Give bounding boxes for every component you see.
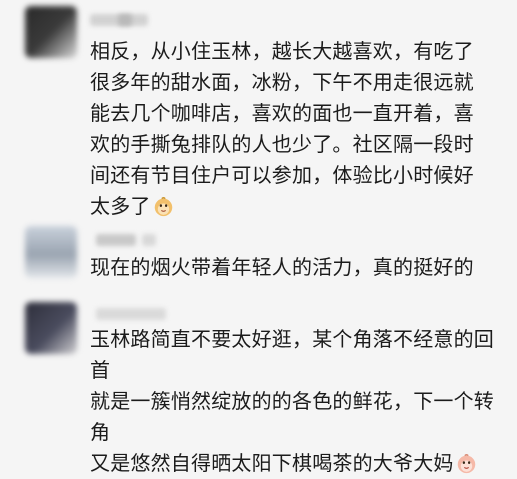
comment-text: 现在的烟火带着年轻人的活力，真的挺好的 (90, 255, 474, 279)
monkey-face-emoji (457, 454, 475, 474)
username-blurred[interactable] (96, 234, 136, 246)
comment-text: 玉林路简直不要太好逛，某个角落不经意的回首 就是一簇悄然绽放的的各色的鲜花，下一… (90, 327, 494, 475)
monkey-face-emoji (154, 197, 172, 217)
comment-text: 相反，从小住玉林，越长大越喜欢，有吃了 很多年的甜水面，冰粉，下午不用走很远就 … (90, 39, 474, 218)
comment-item-1: 相反，从小住玉林，越长大越喜欢，有吃了 很多年的甜水面，冰粉，下午不用走很远就 … (0, 0, 517, 218)
comment-item-2: 现在的烟火带着年轻人的活力，真的挺好的 (0, 222, 517, 300)
username-blurred[interactable] (96, 308, 166, 320)
comment-item-3: 玉林路简直不要太好逛，某个角落不经意的回首 就是一簇悄然绽放的的各色的鲜花，下一… (0, 300, 517, 475)
avatar[interactable] (25, 6, 77, 58)
username-blurred (118, 14, 132, 26)
avatar[interactable] (25, 302, 77, 354)
username-blurred (142, 234, 156, 246)
avatar[interactable] (25, 226, 77, 278)
